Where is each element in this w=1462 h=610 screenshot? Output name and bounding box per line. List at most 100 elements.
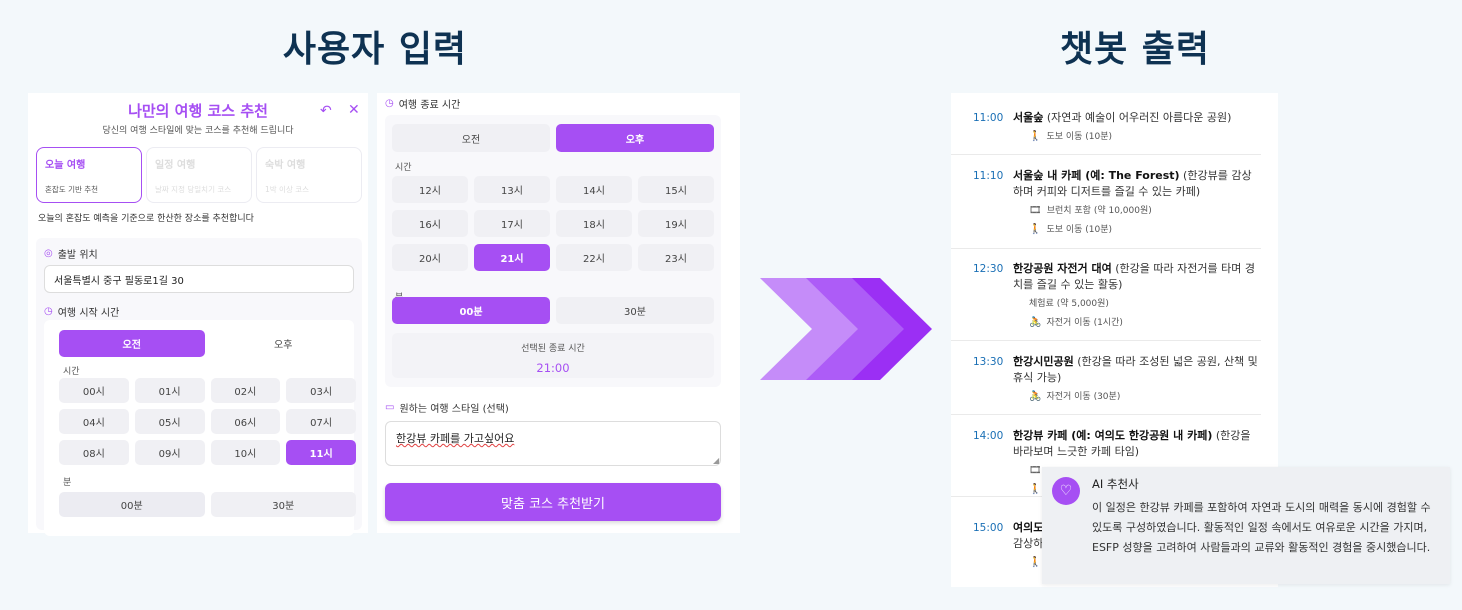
item-sub: 체험료 (약 5,000원) bbox=[1029, 296, 1261, 312]
hour-option[interactable]: 22시 bbox=[556, 244, 632, 271]
item-sub: 🚴 자전거 이동 (1시간) bbox=[1029, 315, 1261, 331]
hour-option[interactable]: 20시 bbox=[392, 244, 468, 271]
form-subtitle: 당신의 여행 스타일에 맞는 코스를 추천해 드립니다 bbox=[102, 126, 294, 136]
hour-option[interactable]: 16시 bbox=[392, 210, 468, 237]
item-time: 11:00 bbox=[973, 112, 1004, 124]
close-icon[interactable]: ✕ bbox=[348, 102, 360, 118]
hour-option-selected[interactable]: 11시 bbox=[286, 440, 356, 465]
hour-option[interactable]: 07시 bbox=[286, 409, 356, 434]
input-heading: 사용자 입력 bbox=[282, 29, 468, 70]
item-place: 한강시민공원 bbox=[1013, 355, 1074, 368]
hour-option-selected[interactable]: 21시 bbox=[474, 244, 550, 271]
item-sub: 🚶 도보 이동 (10분) bbox=[1029, 129, 1261, 145]
hour-option[interactable]: 14시 bbox=[556, 176, 632, 203]
location-pin-icon: ◎ bbox=[44, 248, 53, 259]
item-time: 13:30 bbox=[973, 356, 1004, 368]
tab-title: 일정 여행 bbox=[155, 160, 196, 171]
style-textarea[interactable]: 한강뷰 카페를 가고싶어요 bbox=[385, 421, 721, 466]
hour-option[interactable]: 19시 bbox=[638, 210, 714, 237]
output-heading: 챗봇 출력 bbox=[1059, 29, 1210, 70]
item-sub: 🚴 자전거 이동 (30분) bbox=[1029, 389, 1261, 405]
sub-text: 자전거 이동 (30분) bbox=[1046, 392, 1121, 402]
item-body: 한강공원 자전거 대여 (한강을 따라 자전거를 타며 경치를 즐길 수 있는 … bbox=[1013, 261, 1261, 331]
chevron-arrow-icon bbox=[852, 278, 932, 380]
start-section: ◎ 출발 위치 서울특별시 중구 필동로1길 30 ◷ 여행 시작 시간 오전 … bbox=[36, 238, 362, 536]
item-sub: 🎞 브런치 포함 (약 10,000원) bbox=[1029, 203, 1261, 219]
hour-option[interactable]: 18시 bbox=[556, 210, 632, 237]
start-am-option[interactable]: 오전 bbox=[59, 330, 205, 357]
item-body: 한강시민공원 (한강을 따라 조성된 넓은 공원, 산책 및 휴식 가능) 🚴 자… bbox=[1013, 354, 1261, 405]
item-place: 한강뷰 카페 (예: 여의도 한강공원 내 카페) bbox=[1013, 429, 1213, 442]
ticket-icon: 🎞 bbox=[1029, 205, 1042, 216]
tab-today-trip[interactable]: 오늘 여행 혼잡도 기반 추천 bbox=[36, 147, 142, 203]
walking-icon: 🚶 bbox=[1029, 557, 1042, 568]
minute-option[interactable]: 30분 bbox=[210, 492, 356, 517]
tab-desc: 1박 이상 코스 bbox=[265, 185, 310, 194]
selected-end-time-box: 선택된 종료 시간 21:00 bbox=[392, 333, 714, 378]
start-hour-grid: 00시 01시 02시 03시 04시 05시 06시 07시 08시 09시 … bbox=[59, 378, 356, 465]
hour-option[interactable]: 10시 bbox=[210, 440, 281, 465]
hour-option[interactable]: 23시 bbox=[638, 244, 714, 271]
hour-option[interactable]: 06시 bbox=[210, 409, 281, 434]
end-time-card: 오전 오후 시간 12시 13시 14시 15시 16시 17시 18시 19시… bbox=[385, 115, 721, 387]
item-time: 11:10 bbox=[973, 170, 1004, 182]
undo-icon[interactable]: ↶ bbox=[320, 103, 332, 119]
hour-option[interactable]: 15시 bbox=[638, 176, 714, 203]
tab-desc: 혼잡도 기반 추천 bbox=[45, 185, 99, 194]
resize-handle-icon[interactable]: ◢ bbox=[713, 456, 719, 465]
tab-scheduled-trip[interactable]: 일정 여행 날짜 지정 당일치기 코스 bbox=[146, 147, 252, 203]
recommender-title: AI 추천사 bbox=[1092, 477, 1139, 491]
itinerary-item: 12:30 한강공원 자전거 대여 (한강을 따라 자전거를 타며 경치를 즐길… bbox=[951, 249, 1261, 341]
end-pm-option[interactable]: 오후 bbox=[556, 124, 714, 152]
hour-option[interactable]: 01시 bbox=[134, 378, 205, 403]
tab-title: 숙박 여행 bbox=[265, 160, 306, 171]
start-pm-option[interactable]: 오후 bbox=[211, 330, 357, 357]
hour-option[interactable]: 12시 bbox=[392, 176, 468, 203]
hour-option[interactable]: 04시 bbox=[59, 409, 129, 434]
hour-option[interactable]: 03시 bbox=[286, 378, 356, 403]
label-text: 원하는 여행 스타일 (선택) bbox=[399, 404, 509, 415]
mode-description: 오늘의 혼잡도 예측을 기준으로 한산한 장소를 추천합니다 bbox=[38, 214, 254, 224]
item-detail: (자연과 예술이 어우러진 아름다운 공원) bbox=[1043, 111, 1232, 124]
tab-desc: 날짜 지정 당일치기 코스 bbox=[155, 185, 232, 194]
minute-option-selected[interactable]: 00분 bbox=[392, 297, 550, 324]
hour-option[interactable]: 17시 bbox=[474, 210, 550, 237]
walking-icon: 🚶 bbox=[1029, 484, 1042, 495]
item-place: 서울숲 bbox=[1013, 111, 1044, 124]
end-time-label: ◷ 여행 종료 시간 bbox=[385, 96, 460, 111]
hour-option[interactable]: 00시 bbox=[59, 378, 129, 403]
label-text: 여행 종료 시간 bbox=[398, 100, 461, 111]
itinerary-item: 11:00 서울숲 (자연과 예술이 어우러진 아름다운 공원) 🚶 도보 이동 … bbox=[951, 93, 1261, 155]
walking-icon: 🚶 bbox=[1029, 131, 1042, 142]
form-title: 나만의 여행 코스 추천 bbox=[128, 102, 268, 120]
hour-option[interactable]: 02시 bbox=[210, 378, 281, 403]
hour-option[interactable]: 05시 bbox=[134, 409, 205, 434]
itinerary-item: 11:10 서울숲 내 카페 (예: The Forest) (한강뷰를 감상하… bbox=[951, 155, 1261, 249]
item-body: 서울숲 (자연과 예술이 어우러진 아름다운 공원) 🚶 도보 이동 (10분) bbox=[1013, 110, 1261, 145]
minute-option[interactable]: 30분 bbox=[556, 297, 714, 324]
clock-icon: ◷ bbox=[44, 306, 53, 317]
hour-option[interactable]: 08시 bbox=[59, 440, 129, 465]
trip-form-panel-continued: ◷ 여행 종료 시간 오전 오후 시간 12시 13시 14시 15시 16시 … bbox=[377, 93, 740, 533]
start-location-input[interactable]: 서울특별시 중구 필동로1길 30 bbox=[44, 265, 354, 293]
sub-text: 도보 이동 (10분) bbox=[1046, 225, 1113, 235]
trip-form-panel: 나만의 여행 코스 추천 ↶ ✕ 당신의 여행 스타일에 맞는 코스를 추천해 … bbox=[28, 93, 368, 536]
hour-option[interactable]: 13시 bbox=[474, 176, 550, 203]
hour-option[interactable]: 09시 bbox=[134, 440, 205, 465]
recommender-message: 이 일정은 한강뷰 카페를 포함하여 자연과 도시의 매력을 동시에 경험할 수… bbox=[1092, 501, 1431, 554]
end-hour-label: 시간 bbox=[395, 163, 412, 173]
chat-icon: ▭ bbox=[385, 402, 395, 413]
item-time: 12:30 bbox=[973, 263, 1004, 275]
minute-option-selected[interactable]: 00분 bbox=[59, 492, 205, 517]
end-minute-toggle: 00분 30분 bbox=[392, 297, 714, 324]
style-text: 한강뷰 카페를 가고싶어요 bbox=[396, 432, 515, 445]
ai-recommender-card: ♡ AI 추천사 이 일정은 한강뷰 카페를 포함하여 자연과 도시의 매력을 … bbox=[1042, 467, 1450, 584]
selected-end-time-label: 선택된 종료 시간 bbox=[521, 344, 585, 354]
start-time-label: ◷ 여행 시작 시간 bbox=[44, 304, 119, 319]
end-am-option[interactable]: 오전 bbox=[392, 124, 550, 152]
item-place: 한강공원 자전거 대여 bbox=[1013, 262, 1112, 275]
start-minute-toggle: 00분 30분 bbox=[59, 492, 356, 517]
tab-overnight-trip[interactable]: 숙박 여행 1박 이상 코스 bbox=[256, 147, 362, 203]
end-hour-grid: 12시 13시 14시 15시 16시 17시 18시 19시 20시 21시 … bbox=[392, 176, 714, 271]
submit-button[interactable]: 맞춤 코스 추천받기 bbox=[385, 483, 721, 521]
